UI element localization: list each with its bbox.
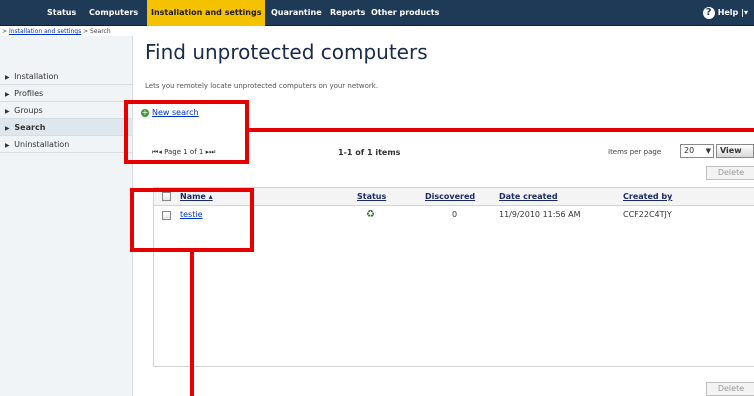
items-per-page-label: Items per page xyxy=(608,148,662,156)
delete-button-top[interactable]: Delete xyxy=(706,166,754,180)
annotation-line-horizontal xyxy=(249,128,754,132)
sidebar-item-label: Groups xyxy=(14,106,43,115)
chevron-right-icon: ▶ xyxy=(5,91,10,98)
chevron-down-icon: ▾ xyxy=(743,8,748,17)
tab-computers[interactable]: Computers xyxy=(89,0,138,26)
status-icon: ♻ xyxy=(366,209,375,220)
tab-other-products[interactable]: Other products xyxy=(371,0,439,26)
row-date-created: 11/9/2010 11:56 AM xyxy=(499,210,581,219)
chevron-down-icon: ▼ xyxy=(705,147,711,155)
tab-reports[interactable]: Reports xyxy=(330,0,365,26)
delete-button-bottom[interactable]: Delete xyxy=(706,382,754,396)
column-header-date-created[interactable]: Date created xyxy=(499,188,558,206)
items-count: 1-1 of 1 items xyxy=(338,148,401,157)
annotation-line-vertical xyxy=(190,252,194,396)
sidebar-item-label: Uninstallation xyxy=(14,140,70,149)
sidebar: ▶ Installation ▶ Profiles ▶ Groups ▶ Sea… xyxy=(0,36,133,396)
annotation-box-name-column xyxy=(130,188,254,252)
tab-quarantine[interactable]: Quarantine xyxy=(271,0,322,26)
chevron-right-icon: ▶ xyxy=(5,125,10,132)
breadcrumb: > Installation and settings > Search xyxy=(2,28,111,35)
tab-status[interactable]: Status xyxy=(47,0,76,26)
sidebar-item-groups[interactable]: ▶ Groups xyxy=(0,102,133,119)
tab-installation-and-settings[interactable]: Installation and settings xyxy=(147,0,266,26)
page-title: Find unprotected computers xyxy=(145,40,428,64)
row-discovered: 0 xyxy=(452,210,458,219)
breadcrumb-link-installation[interactable]: Installation and settings xyxy=(9,28,81,35)
sidebar-item-label: Search xyxy=(14,123,46,132)
sidebar-item-uninstallation[interactable]: ▶ Uninstallation xyxy=(0,136,133,153)
help-label: Help | xyxy=(717,8,744,17)
column-header-created-by[interactable]: Created by xyxy=(623,188,672,206)
breadcrumb-current: > Search xyxy=(81,28,111,35)
help-menu[interactable]: ? Help |▾ xyxy=(702,0,754,26)
sidebar-item-installation[interactable]: ▶ Installation xyxy=(0,68,133,85)
items-per-page-value: 20 xyxy=(684,146,695,155)
annotation-box-new-search xyxy=(124,100,249,164)
sidebar-item-search[interactable]: ▶ Search xyxy=(0,119,133,136)
sidebar-item-profiles[interactable]: ▶ Profiles xyxy=(0,85,133,102)
items-per-page-select[interactable]: 20 ▼ xyxy=(680,144,714,158)
breadcrumb-prefix: > xyxy=(2,28,9,35)
column-header-discovered[interactable]: Discovered xyxy=(425,188,475,206)
help-icon: ? xyxy=(702,6,715,19)
top-nav: Status Computers Installation and settin… xyxy=(0,0,754,26)
chevron-right-icon: ▶ xyxy=(5,142,10,149)
sidebar-item-label: Installation xyxy=(14,72,59,81)
sidebar-item-label: Profiles xyxy=(14,89,44,98)
chevron-right-icon: ▶ xyxy=(5,74,10,81)
page-subtitle: Lets you remotely locate unprotected com… xyxy=(145,82,379,90)
chevron-right-icon: ▶ xyxy=(5,108,10,115)
view-button[interactable]: View xyxy=(716,144,754,158)
row-created-by: CCF22C4TJY xyxy=(623,210,672,219)
column-header-status[interactable]: Status xyxy=(357,188,386,206)
